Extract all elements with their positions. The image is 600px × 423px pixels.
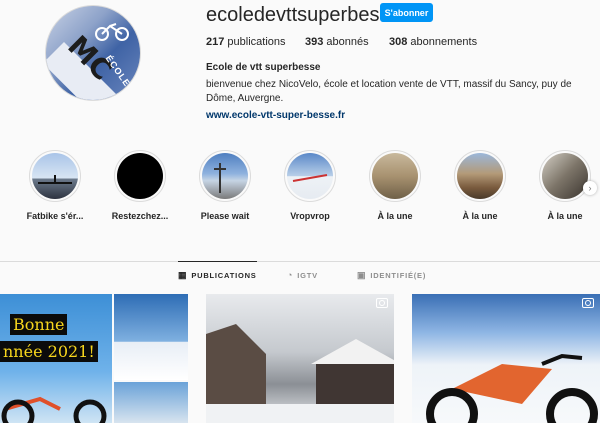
chevron-right-icon[interactable]: › (583, 181, 597, 195)
profile-header: MC ÉCOLE ecoledevttsuperbesse S'abonner … (0, 0, 600, 140)
posts-grid: Bonne nnée 2021! (0, 294, 600, 423)
stat-followers-count: 393 (305, 36, 324, 48)
profile-avatar[interactable]: MC ÉCOLE (45, 5, 141, 101)
tab-tagged[interactable]: ▣ IDENTIFIÉ(E) (357, 270, 426, 281)
highlight-label: À la une (377, 211, 413, 221)
post-thumbnail[interactable] (206, 294, 394, 423)
multiple-posts-icon (376, 298, 388, 308)
highlight-label: Please wait (200, 211, 250, 221)
highlight-label: À la une (462, 211, 498, 221)
highlight-item[interactable]: Restezchez... (100, 150, 180, 221)
profile-tabs: ▦ PUBLICATIONS ◔ IGTV ▣ IDENTIFIÉ(E) (0, 261, 600, 292)
highlight-item[interactable]: Fatbike s'ér... (15, 150, 95, 221)
stat-following-count: 308 (389, 36, 408, 48)
stat-following-label: abonnements (410, 36, 478, 48)
highlight-item[interactable]: À la une (440, 150, 520, 221)
stat-followers-label: abonnés (326, 36, 369, 48)
profile-bio: bienvenue chez NicoVelo, école et locati… (206, 79, 572, 104)
stat-publications-count: 217 (206, 36, 225, 48)
stat-publications: 217 publications (206, 36, 286, 48)
profile-full-name: Ecole de vtt superbesse (206, 62, 321, 73)
post-thumbnail[interactable]: Bonne nnée 2021! (0, 294, 188, 423)
tagged-icon: ▣ (357, 270, 367, 280)
highlight-label: Fatbike s'ér... (26, 211, 84, 221)
tab-igtv[interactable]: ◔ IGTV (287, 270, 318, 280)
profile-username: ecoledevttsuperbesse (206, 4, 401, 26)
highlight-item[interactable]: À la une (355, 150, 435, 221)
tab-label: PUBLICATIONS (191, 271, 257, 280)
highlight-item[interactable]: Please wait (185, 150, 265, 221)
igtv-icon: ◔ (287, 270, 294, 280)
profile-website-link[interactable]: www.ecole-vtt-super-besse.fr (206, 110, 345, 121)
story-highlights: Fatbike s'ér... Restezchez... Please wai… (0, 150, 600, 240)
stat-followers[interactable]: 393 abonnés (305, 36, 369, 48)
tab-label: IGTV (297, 270, 318, 280)
highlight-label: À la une (547, 211, 583, 221)
follow-button[interactable]: S'abonner (380, 3, 433, 22)
tab-publications[interactable]: ▦ PUBLICATIONS (178, 261, 257, 281)
tab-label: IDENTIFIÉ(E) (370, 271, 427, 280)
highlight-label: Vropvrop (290, 211, 330, 221)
stat-following[interactable]: 308 abonnements (389, 36, 477, 48)
highlight-label: Restezchez... (111, 211, 169, 221)
stat-publications-label: publications (227, 36, 286, 48)
multiple-posts-icon (582, 298, 594, 308)
grid-icon: ▦ (178, 270, 188, 280)
highlight-item[interactable]: Vropvrop (270, 150, 350, 221)
post-thumbnail[interactable] (412, 294, 600, 423)
